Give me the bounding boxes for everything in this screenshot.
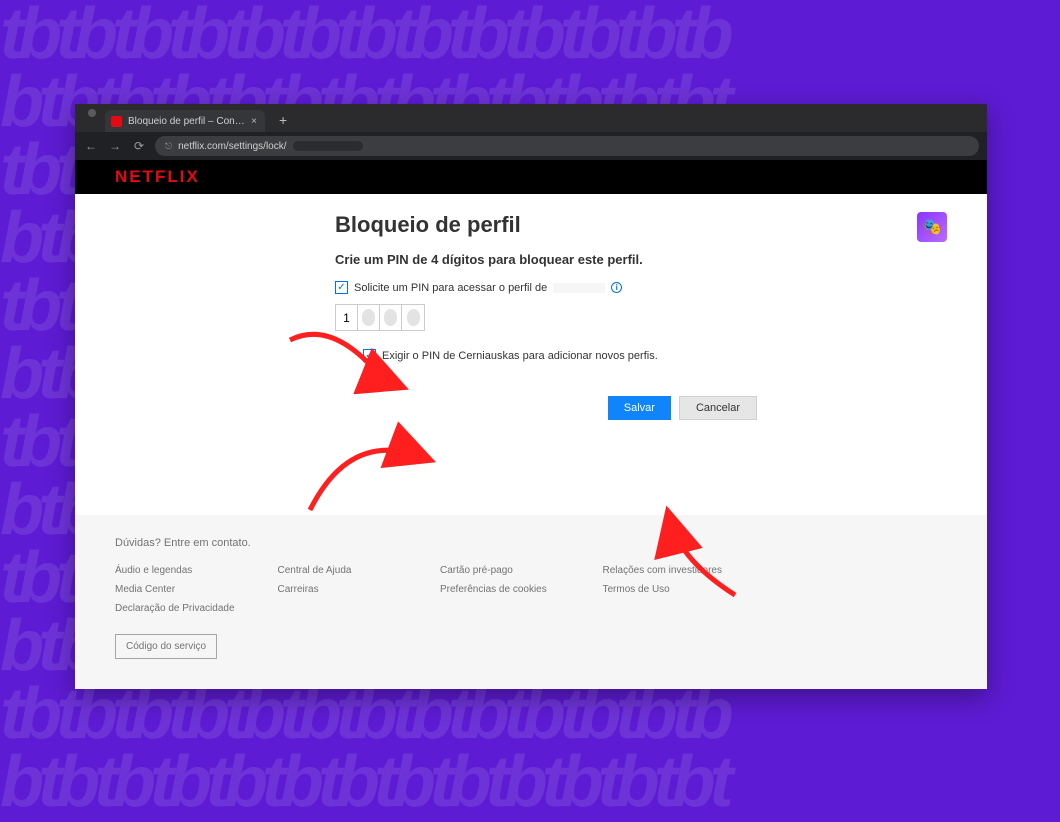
browser-window: Bloqueio de perfil – Conta – Ne × + ← → …: [75, 104, 987, 689]
info-icon[interactable]: i: [611, 282, 622, 293]
netflix-logo[interactable]: NETFLIX: [115, 167, 200, 187]
page-title: Bloqueio de perfil: [335, 212, 947, 238]
footer-link-media[interactable]: Media Center: [115, 584, 268, 595]
pin-input[interactable]: 1: [335, 304, 425, 331]
require-pin-new-profiles-row: ✓ Exigir o PIN de Cerniauskas para adici…: [363, 349, 947, 362]
pin-digit-4[interactable]: [402, 305, 424, 330]
redacted-url-segment: [293, 141, 363, 151]
footer-link-privacy[interactable]: Declaração de Privacidade: [115, 603, 268, 614]
footer-link-careers[interactable]: Carreiras: [278, 584, 431, 595]
new-tab-button[interactable]: +: [271, 112, 295, 132]
pin-digit-1[interactable]: 1: [336, 305, 358, 330]
window-control-dot[interactable]: [88, 109, 96, 117]
profile-avatar[interactable]: 🎭: [917, 212, 947, 242]
main-panel: 🎭 Bloqueio de perfil Crie um PIN de 4 dí…: [75, 194, 987, 515]
footer-link-terms[interactable]: Termos de Uso: [603, 584, 756, 595]
footer-link-cookies[interactable]: Preferências de cookies: [440, 584, 593, 595]
footer-link-audio[interactable]: Áudio e legendas: [115, 565, 268, 576]
close-tab-icon[interactable]: ×: [251, 116, 257, 127]
footer-link-investors[interactable]: Relações com investidores: [603, 565, 756, 576]
address-bar: ← → ⟳ ⎋ netflix.com/settings/lock/: [75, 132, 987, 160]
netflix-favicon: [111, 116, 122, 127]
tab-title: Bloqueio de perfil – Conta – Ne: [128, 116, 245, 127]
redacted-profile-name: [553, 283, 605, 293]
service-code-button[interactable]: Código do serviço: [115, 634, 217, 659]
button-row: Salvar Cancelar: [335, 396, 947, 420]
back-icon[interactable]: ←: [83, 139, 99, 153]
url-field[interactable]: ⎋ netflix.com/settings/lock/: [155, 136, 979, 156]
footer-link-giftcard[interactable]: Cartão pré-pago: [440, 565, 593, 576]
cancel-button[interactable]: Cancelar: [679, 396, 757, 420]
pin-digit-3[interactable]: [380, 305, 402, 330]
page-subtitle: Crie um PIN de 4 dígitos para bloquear e…: [335, 252, 947, 267]
reload-icon[interactable]: ⟳: [131, 139, 147, 153]
require-pin-new-profiles-label: Exigir o PIN de Cerniauskas para adicion…: [382, 350, 658, 362]
url-text: netflix.com/settings/lock/: [178, 141, 286, 152]
forward-icon[interactable]: →: [107, 139, 123, 153]
require-pin-checkbox[interactable]: ✓: [335, 281, 348, 294]
footer-contact[interactable]: Dúvidas? Entre em contato.: [115, 537, 947, 549]
pin-digit-2[interactable]: [358, 305, 380, 330]
page-content: 🎭 Bloqueio de perfil Crie um PIN de 4 dí…: [75, 194, 987, 689]
save-button[interactable]: Salvar: [608, 396, 671, 420]
require-pin-label: Solicite um PIN para acessar o perfil de: [354, 282, 547, 294]
require-pin-row: ✓ Solicite um PIN para acessar o perfil …: [335, 281, 947, 294]
netflix-header: NETFLIX: [75, 160, 987, 194]
browser-tab[interactable]: Bloqueio de perfil – Conta – Ne ×: [105, 110, 265, 132]
require-pin-new-profiles-checkbox[interactable]: ✓: [363, 349, 376, 362]
tab-strip: Bloqueio de perfil – Conta – Ne × +: [75, 104, 987, 132]
site-info-icon[interactable]: ⎋: [165, 141, 172, 152]
footer: Dúvidas? Entre em contato. Áudio e legen…: [75, 515, 987, 689]
footer-link-help[interactable]: Central de Ajuda: [278, 565, 431, 576]
